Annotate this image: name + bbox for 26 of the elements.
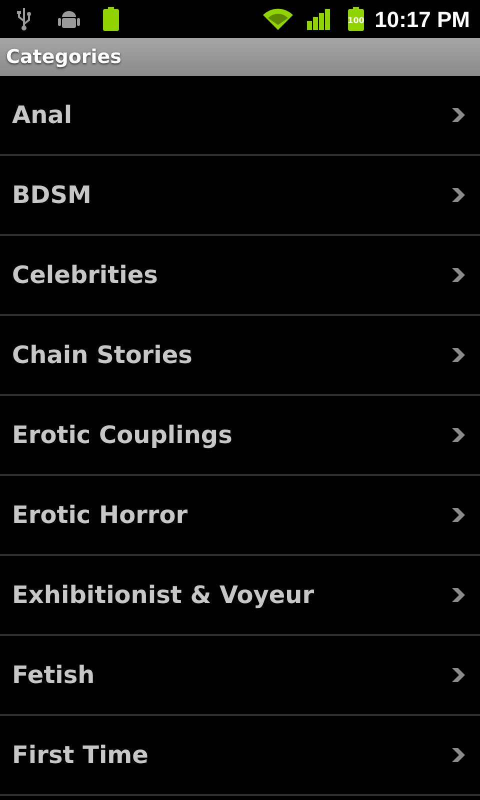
chevron-icon — [452, 187, 466, 203]
chevron-icon — [452, 347, 466, 363]
chevron-icon — [452, 107, 466, 123]
chevron-icon — [452, 507, 466, 523]
clock-time: 10:17 PM — [374, 6, 470, 34]
wifi-icon — [262, 7, 293, 31]
category-label: Anal — [12, 100, 72, 131]
category-label: Erotic Horror — [12, 500, 188, 531]
category-label: Celebrities — [12, 260, 158, 291]
chevron-icon — [452, 747, 466, 763]
chevron-icon — [452, 587, 466, 603]
chevron-icon — [452, 267, 466, 283]
category-label: Exhibitionist & Voyeur — [12, 580, 314, 611]
category-label: BDSM — [12, 180, 92, 211]
screen-title: Categories — [6, 44, 122, 70]
chevron-icon — [452, 427, 466, 443]
category-label: First Time — [12, 740, 148, 771]
usb-icon — [16, 7, 32, 31]
battery-level-text: 100 — [347, 16, 364, 25]
category-label: Erotic Couplings — [12, 420, 232, 451]
category-label: Chain Stories — [12, 340, 192, 371]
battery-icon — [102, 7, 120, 31]
category-label: Fetish — [12, 660, 95, 691]
chevron-icon — [452, 667, 466, 683]
android-robot-icon — [58, 8, 80, 30]
signal-icon — [306, 8, 331, 30]
